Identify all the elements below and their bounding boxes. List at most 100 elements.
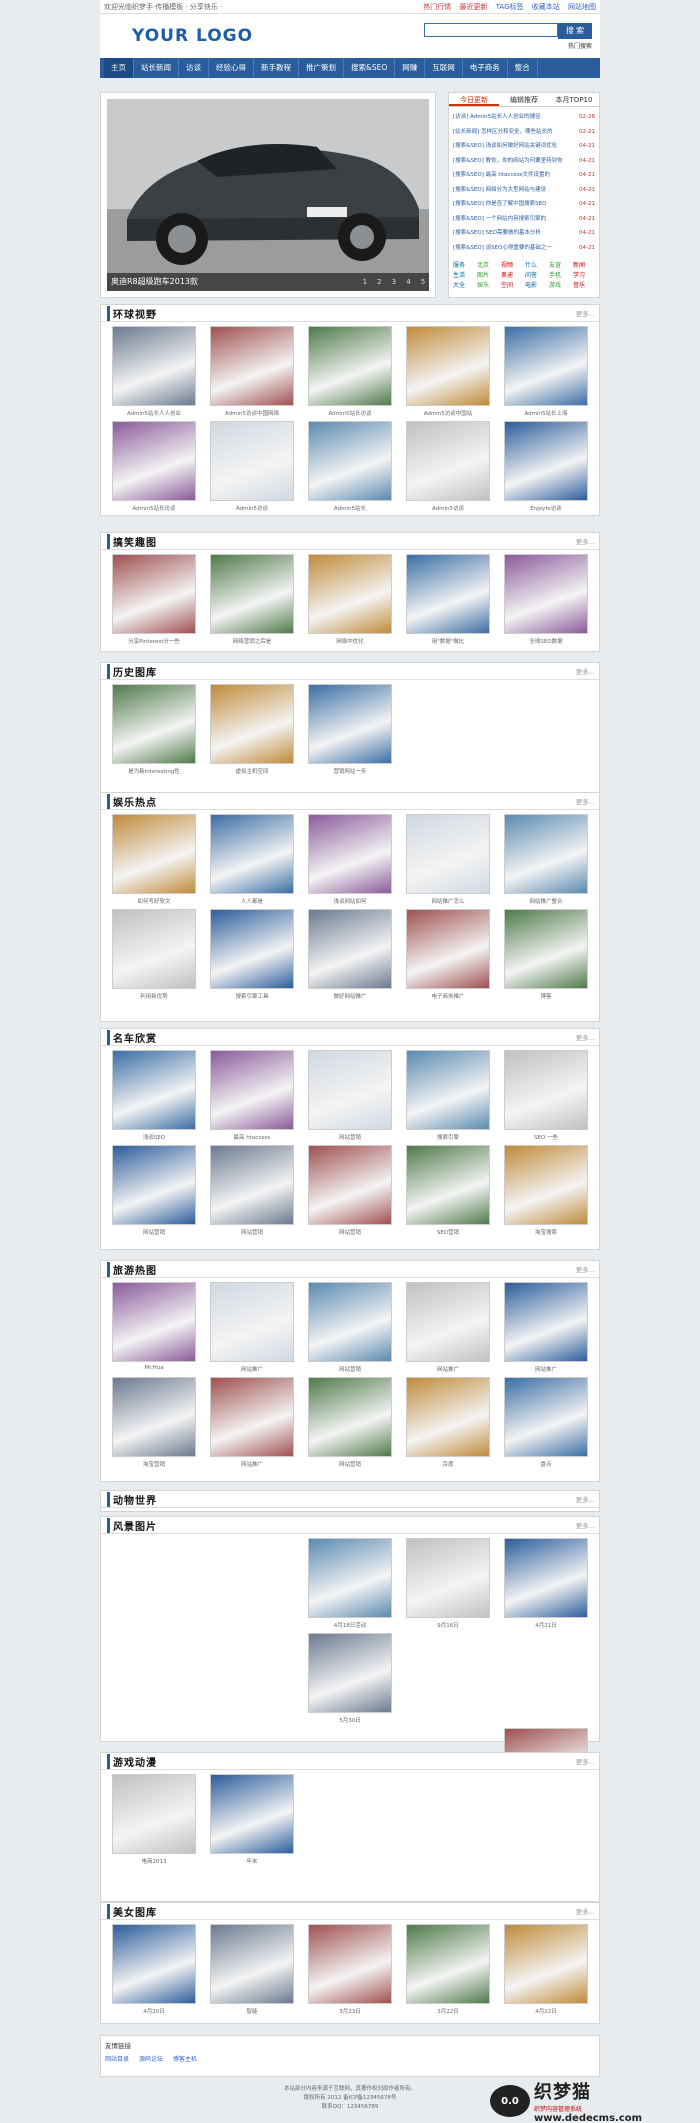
thumb-caption[interactable]: Enjoyfe访谈: [530, 504, 561, 512]
thumb-item[interactable]: 年末: [203, 1774, 301, 1865]
thumbnail-image[interactable]: [112, 1774, 196, 1854]
thumbnail-image[interactable]: [112, 1282, 196, 1362]
thumbnail-image[interactable]: [504, 814, 588, 894]
thumb-item[interactable]: 网站营销: [301, 1050, 399, 1141]
thumb-item[interactable]: 4月21日: [497, 1538, 595, 1629]
section-more-link[interactable]: 更多...: [576, 1494, 595, 1504]
search-input[interactable]: [424, 22, 558, 37]
section-title[interactable]: 游戏动漫: [107, 1753, 157, 1769]
thumb-caption[interactable]: 网站营销: [339, 1133, 361, 1141]
thumb-item[interactable]: Admin5访谈中国站: [399, 326, 497, 417]
tag-link[interactable]: 友谊: [549, 260, 571, 269]
tag-link[interactable]: 问答: [525, 270, 547, 279]
thumb-item[interactable]: 营销网站一步: [301, 684, 399, 775]
top-link-map[interactable]: 网站地图: [568, 3, 596, 11]
tag-link[interactable]: 音乐: [573, 280, 595, 289]
thumbnail-image[interactable]: [308, 909, 392, 989]
tag-link[interactable]: 手机: [549, 270, 571, 279]
image-slider[interactable]: 奥迪R8超级跑车2013款 1 2 3 4 5: [100, 92, 436, 298]
slider-dot[interactable]: 4: [402, 273, 414, 291]
thumb-caption[interactable]: 3月22日: [437, 2007, 459, 2015]
thumbnail-image[interactable]: [406, 1145, 490, 1225]
thumbnail-image[interactable]: [112, 1050, 196, 1130]
thumb-caption[interactable]: 4月18日活动: [334, 1621, 367, 1629]
thumb-caption[interactable]: Mr.Hua: [144, 1365, 163, 1373]
thumb-item[interactable]: 网络营销之后是: [203, 554, 301, 645]
thumb-item[interactable]: 网站推广整合: [497, 814, 595, 905]
slider-dot[interactable]: 3: [388, 273, 400, 291]
thumb-item[interactable]: SEO营销: [399, 1145, 497, 1236]
thumbnail-image[interactable]: [112, 421, 196, 501]
thumb-item[interactable]: 智能: [203, 1924, 301, 2015]
thumb-item[interactable]: 网站推广: [203, 1282, 301, 1373]
thumb-item[interactable]: 分享Pinterest分一些: [105, 554, 203, 645]
thumb-caption[interactable]: 网站营销: [339, 1365, 361, 1373]
slider-caption-text[interactable]: 奥迪R8超级跑车2013款: [111, 273, 198, 291]
thumb-item[interactable]: 虚拟主机空间: [203, 684, 301, 775]
thumbnail-image[interactable]: [210, 814, 294, 894]
thumb-caption[interactable]: Admin5访谈: [236, 504, 268, 512]
thumbnail-image[interactable]: [406, 326, 490, 406]
thumb-caption[interactable]: 智能: [246, 2007, 257, 2015]
news-item-title[interactable]: [访谈] Admin5站长人人创业的捷径: [453, 110, 541, 125]
friend-link[interactable]: 网站目录: [105, 2056, 129, 2063]
thumb-caption[interactable]: 分享Pinterest分一些: [128, 637, 180, 645]
thumbnail-image[interactable]: [406, 1538, 490, 1618]
nav-item-home[interactable]: 主页: [104, 58, 134, 78]
news-item[interactable]: [访谈] Admin5站长人人创业的捷径 02-26: [453, 110, 595, 125]
thumbnail-image[interactable]: [504, 1145, 588, 1225]
thumb-caption[interactable]: 浅谈SEO: [143, 1133, 165, 1141]
section-title[interactable]: 名车欣赏: [107, 1029, 157, 1045]
tag-link[interactable]: 空间: [501, 280, 523, 289]
thumbnail-image[interactable]: [210, 1050, 294, 1130]
thumb-item[interactable]: Admin5访谈中国网络: [203, 326, 301, 417]
nav-item-experience[interactable]: 经验心得: [209, 58, 254, 78]
thumbnail-image[interactable]: [504, 326, 588, 406]
thumbnail-image[interactable]: [112, 1145, 196, 1225]
news-item-title[interactable]: [搜索&SEO] 谈SEO心得重要的基础之一: [453, 241, 552, 256]
thumb-caption[interactable]: SEO营销: [437, 1228, 459, 1236]
tag-link[interactable]: 视频: [501, 260, 523, 269]
thumbnail-image[interactable]: [406, 1377, 490, 1457]
thumbnail-image[interactable]: [308, 326, 392, 406]
thumb-caption[interactable]: 网站推广整合: [529, 897, 562, 905]
nav-item-tutorial[interactable]: 新手教程: [254, 58, 299, 78]
search-button[interactable]: 搜 索: [558, 22, 592, 39]
nav-item-earn[interactable]: 网赚: [395, 58, 426, 78]
thumbnail-image[interactable]: [210, 1145, 294, 1225]
thumb-item[interactable]: 搜索引擎: [399, 1050, 497, 1141]
section-more-link[interactable]: 更多...: [576, 1032, 595, 1042]
thumb-caption[interactable]: SEO 一些: [534, 1133, 558, 1141]
thumb-caption[interactable]: 淘宝营销: [143, 1460, 165, 1468]
thumb-item[interactable]: 搜索引擎工具: [203, 909, 301, 1000]
thumb-caption[interactable]: 网站推广: [535, 1365, 557, 1373]
nav-item-interview[interactable]: 访谈: [179, 58, 209, 78]
thumbnail-image[interactable]: [504, 909, 588, 989]
thumb-item[interactable]: 5月30日: [301, 1633, 399, 1724]
news-item-title[interactable]: [搜索&SEO] 网络分为大型网站与建设: [453, 183, 546, 198]
site-logo[interactable]: YOUR LOGO: [132, 26, 253, 46]
thumb-caption[interactable]: Admin5访谈中国站: [424, 409, 473, 417]
tag-link[interactable]: 服务: [453, 260, 475, 269]
thumb-caption[interactable]: 网站推广: [437, 1365, 459, 1373]
thumb-caption[interactable]: 3月23日: [339, 2007, 361, 2015]
thumbnail-image[interactable]: [112, 1924, 196, 2004]
tag-link[interactable]: 大全: [453, 280, 475, 289]
section-more-link[interactable]: 更多...: [576, 1756, 595, 1766]
thumb-caption[interactable]: 网站推广怎么: [431, 897, 464, 905]
nav-item-ecommerce[interactable]: 电子商务: [463, 58, 508, 78]
thumb-item[interactable]: 全球SEO数据: [497, 554, 595, 645]
thumbnail-image[interactable]: [210, 909, 294, 989]
nav-item-integration[interactable]: 整合: [508, 58, 538, 78]
thumb-item[interactable]: 3月23日: [301, 1924, 399, 2015]
thumbnail-image[interactable]: [112, 909, 196, 989]
thumbnail-image[interactable]: [308, 1050, 392, 1130]
slider-dot[interactable]: 2: [373, 273, 385, 291]
thumb-item[interactable]: Enjoyfe访谈: [497, 421, 595, 512]
thumb-caption[interactable]: 搜索引擎: [437, 1133, 459, 1141]
news-item[interactable]: [搜索&SEO] 浅谈如何做好网站关键词优化 04-21: [453, 139, 595, 154]
nav-item-news[interactable]: 站长新闻: [134, 58, 179, 78]
top-link-fav[interactable]: 收藏本站: [532, 3, 560, 11]
thumbnail-image[interactable]: [406, 1050, 490, 1130]
thumbnail-image[interactable]: [308, 1633, 392, 1713]
